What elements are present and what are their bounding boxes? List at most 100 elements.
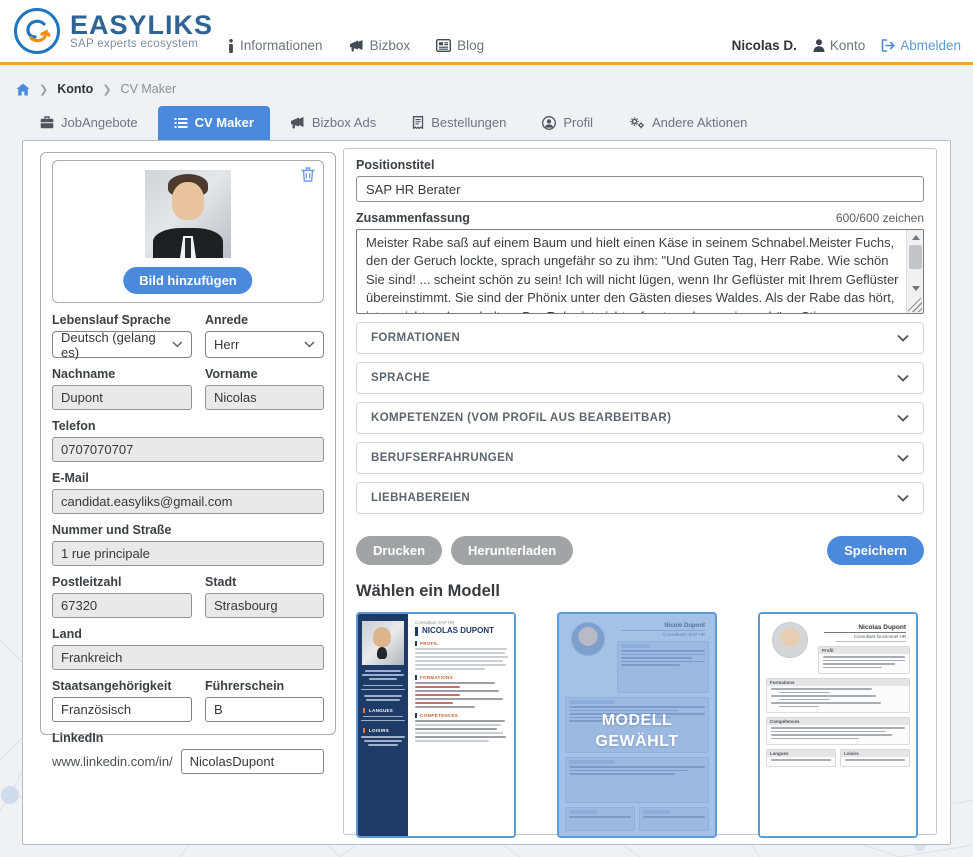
nav-label: Informationen <box>240 38 323 53</box>
accordion-title: BERUFSERFAHRUNGEN <box>371 452 514 464</box>
city-field[interactable] <box>205 593 324 618</box>
model1-photo <box>362 621 404 665</box>
tab-label: Bizbox Ads <box>312 115 376 130</box>
accordion-sprache[interactable]: SPRACHE <box>356 362 924 394</box>
chevron-down-icon <box>172 341 183 348</box>
abmelden-link[interactable]: Abmelden <box>881 38 961 53</box>
scrollbar-thumb[interactable] <box>909 245 922 269</box>
chevron-down-icon <box>897 374 909 382</box>
user-area: Nicolas D. Konto Abmelden <box>732 38 961 53</box>
person-circle-icon <box>542 116 556 130</box>
email-field[interactable] <box>52 489 324 514</box>
accordion-formationen[interactable]: FORMATIONEN <box>356 322 924 354</box>
profile-photo <box>145 170 231 258</box>
cv-model-1[interactable]: LANGUES LOISIRS Consultant SAP HR NICOLA… <box>356 612 516 838</box>
nationality-field[interactable] <box>52 697 192 722</box>
accordion-kompetenzen[interactable]: KOMPETENZEN (VOM PROFIL AUS BEARBEITBAR) <box>356 402 924 434</box>
email-label: E-Mail <box>52 471 324 485</box>
phone-field[interactable] <box>52 437 324 462</box>
model3-competences-box: Compétences <box>766 717 910 745</box>
position-field[interactable] <box>356 176 924 202</box>
resize-grip[interactable] <box>908 298 922 312</box>
summary-textarea[interactable]: Meister Rabe saß auf einem Baum und hiel… <box>356 229 924 314</box>
phone-label: Telefon <box>52 419 324 433</box>
breadcrumb-konto[interactable]: Konto <box>57 82 93 96</box>
zip-label: Postleitzahl <box>52 575 192 589</box>
konto-link[interactable]: Konto <box>813 38 865 53</box>
salutation-select[interactable]: Herr <box>205 331 324 358</box>
scroll-up-arrow[interactable] <box>907 230 924 245</box>
save-button[interactable]: Speichern <box>827 536 924 565</box>
model-selected-label: MODELL GEWÄHLT <box>559 697 715 753</box>
model3-section-title: Compétences <box>767 718 909 725</box>
summary-text: Meister Rabe saß auf einem Baum und hiel… <box>357 230 906 313</box>
model3-section-title: Formations <box>767 679 909 686</box>
breadcrumb-separator: ❯ <box>102 83 111 96</box>
model3-section-title: Langues <box>767 750 835 757</box>
megaphone-icon <box>290 116 305 129</box>
cv-editor-card: Positionstitel Zusammenfassung 600/600 z… <box>343 148 937 835</box>
country-field[interactable] <box>52 645 324 670</box>
model1-sidebar: LANGUES LOISIRS <box>358 614 408 836</box>
tab-label: Profil <box>563 115 593 130</box>
print-button[interactable]: Drucken <box>356 536 442 565</box>
info-icon <box>228 39 234 53</box>
models-row: LANGUES LOISIRS Consultant SAP HR NICOLA… <box>356 612 924 838</box>
nav-bizbox[interactable]: Bizbox <box>349 38 411 53</box>
model3-section-title: Loisirs <box>841 750 909 757</box>
model1-section-competences: COMPÉTENCES <box>415 713 508 718</box>
cv-language-select[interactable]: Deutsch (gelang es) <box>52 331 192 358</box>
model3-role: Consultant fonctionnel HR <box>836 634 906 642</box>
cv-model-2-selected[interactable]: Nicole Dupont Consultante SAP HR <box>557 612 717 838</box>
zip-field[interactable] <box>52 593 192 618</box>
signout-icon <box>881 39 895 52</box>
tab-jobangebote[interactable]: JobAngebote <box>24 106 154 140</box>
street-label: Nummer und Straße <box>52 523 324 537</box>
nav-blog[interactable]: Blog <box>436 38 484 53</box>
receipt-icon <box>412 116 424 129</box>
cv-model-3[interactable]: Nicolas Dupont Consultant fonctionnel HR… <box>758 612 918 838</box>
list-icon <box>174 117 188 129</box>
megaphone-icon <box>349 39 364 52</box>
user-name: Nicolas D. <box>732 38 797 53</box>
license-field[interactable] <box>205 697 324 722</box>
accordion-title: KOMPETENZEN (VOM PROFIL AUS BEARBEITBAR) <box>371 412 671 424</box>
accordion-berufserfahrungen[interactable]: BERUFSERFAHRUNGEN <box>356 442 924 474</box>
nav-informationen[interactable]: Informationen <box>228 38 323 53</box>
model3-name: Nicolas Dupont <box>824 624 906 633</box>
add-photo-button[interactable]: Bild hinzufügen <box>123 267 252 294</box>
delete-photo-button[interactable] <box>301 167 315 182</box>
city-label: Stadt <box>205 575 324 589</box>
tab-cv-maker[interactable]: CV Maker <box>158 106 270 140</box>
breadcrumb-current: CV Maker <box>121 82 177 96</box>
chevron-down-icon <box>897 494 909 502</box>
firstname-label: Vorname <box>205 367 324 381</box>
model3-profil-box: Profil <box>818 646 910 674</box>
linkedin-prefix: www.linkedin.com/in/ <box>52 754 173 769</box>
download-button[interactable]: Herunterladen <box>451 536 573 565</box>
lastname-field[interactable] <box>52 385 192 410</box>
accordion-liebhabereien[interactable]: LIEBHABEREIEN <box>356 482 924 514</box>
tab-bestellungen[interactable]: Bestellungen <box>396 106 522 140</box>
position-label: Positionstitel <box>356 158 924 172</box>
firstname-field[interactable] <box>205 385 324 410</box>
salutation-value: Herr <box>214 337 239 352</box>
street-field[interactable] <box>52 541 324 566</box>
tab-bizbox-ads[interactable]: Bizbox Ads <box>274 106 392 140</box>
salutation-label: Anrede <box>205 313 324 327</box>
scroll-down-arrow[interactable] <box>907 281 924 296</box>
top-nav: Informationen Bizbox Blog <box>228 38 484 53</box>
linkedin-field[interactable] <box>181 749 324 774</box>
home-icon[interactable] <box>16 83 30 96</box>
license-label: Führerschein <box>205 679 324 693</box>
tab-profil[interactable]: Profil <box>526 106 609 140</box>
tab-andere-aktionen[interactable]: Andere Aktionen <box>613 106 763 140</box>
tab-bar: JobAngebote CV Maker Bizbox Ads Bestellu… <box>24 106 763 140</box>
konto-label: Konto <box>830 38 865 53</box>
chevron-down-icon <box>897 334 909 342</box>
personal-info-card: Bild hinzufügen Lebenslauf Sprache Deuts… <box>40 152 336 735</box>
nationality-label: Staatsangehörigkeit <box>52 679 192 693</box>
model1-section-formations: FORMATIONS <box>415 675 508 680</box>
accordion-title: FORMATIONEN <box>371 332 460 344</box>
brand-logo[interactable]: EASYLIKS SAP experts ecosystem <box>14 8 213 54</box>
